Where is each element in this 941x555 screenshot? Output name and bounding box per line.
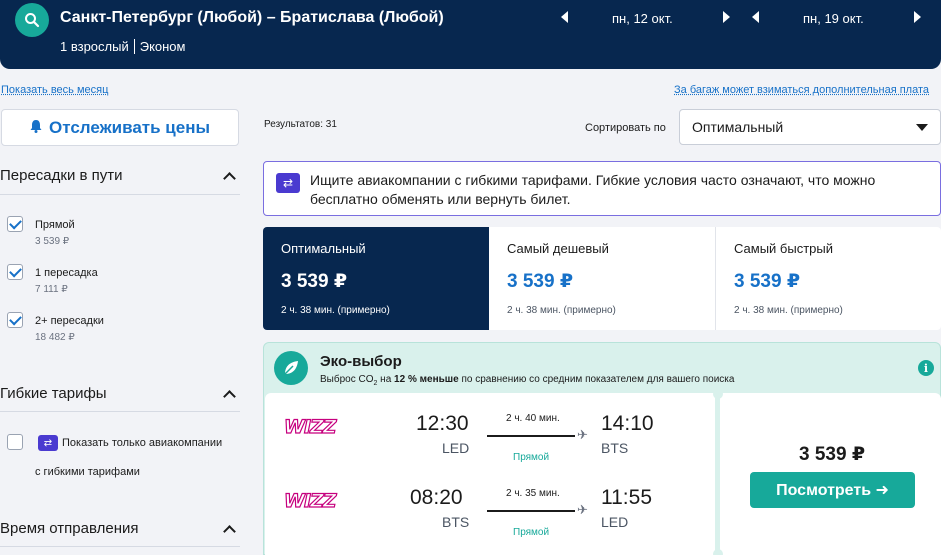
route-title[interactable]: Санкт-Петербург (Любой) – Братислава (Лю… bbox=[60, 9, 444, 27]
wizz-air-logo: WIZZ bbox=[284, 490, 336, 512]
sort-tabs: Оптимальный 3 539 ₽ 2 ч. 38 мин. (пример… bbox=[263, 227, 941, 330]
departure-time-title[interactable]: Время отправления bbox=[0, 520, 139, 537]
search-button[interactable] bbox=[15, 3, 49, 37]
plane-icon: ✈ bbox=[577, 427, 588, 443]
flexible-only-label-line2: с гибкими тарифами bbox=[35, 466, 140, 478]
flexible-fares-banner: ⇄ Ищите авиакомпании с гибкими тарифами.… bbox=[263, 161, 941, 216]
wizz-air-logo: WIZZ bbox=[284, 416, 336, 438]
tab-name: Самый дешевый bbox=[507, 241, 609, 256]
results-count: Результатов: 31 bbox=[264, 119, 337, 130]
bell-icon bbox=[30, 118, 42, 138]
stops-filter-title[interactable]: Пересадки в пути bbox=[0, 167, 123, 184]
leg2-route-line bbox=[487, 510, 575, 512]
eco-description: Выброс CO2 на 12 % меньше по сравнению с… bbox=[320, 374, 734, 387]
passengers-count: 1 взрослый bbox=[60, 39, 129, 54]
sort-selected-value: Оптимальный bbox=[692, 119, 783, 135]
flexible-ticket-icon: ⇄ bbox=[38, 435, 58, 451]
flexible-only-label-line1: Показать только авиакомпании bbox=[62, 437, 222, 449]
leg2-duration: 2 ч. 35 мин. bbox=[506, 488, 560, 499]
cabin-class: Эконом bbox=[140, 39, 186, 54]
chevron-up-icon[interactable] bbox=[223, 390, 236, 403]
stops-direct-checkbox[interactable] bbox=[7, 216, 23, 232]
tab-price: 3 539 ₽ bbox=[734, 270, 800, 293]
plane-icon: ✈ bbox=[577, 502, 588, 518]
flexible-fares-title[interactable]: Гибкие тарифы bbox=[0, 385, 107, 402]
divider bbox=[134, 39, 135, 54]
tab-duration: 2 ч. 38 мин. (примерно) bbox=[281, 305, 390, 316]
sort-label: Сортировать по bbox=[585, 122, 666, 134]
tab-cheapest[interactable]: Самый дешевый 3 539 ₽ 2 ч. 38 мин. (прим… bbox=[489, 227, 715, 330]
ticket-perforation bbox=[713, 389, 723, 399]
tab-fastest[interactable]: Самый быстрый 3 539 ₽ 2 ч. 38 мин. (прим… bbox=[716, 227, 941, 330]
next-date-out-arrow-icon[interactable] bbox=[723, 11, 730, 23]
stops-one-checkbox[interactable] bbox=[7, 264, 23, 280]
leg1-departure-time: 12:30 bbox=[416, 412, 469, 436]
view-flight-button[interactable]: Посмотреть ➜ bbox=[750, 472, 915, 508]
stops-two-plus-label: 2+ пересадки bbox=[35, 315, 104, 327]
caret-down-icon bbox=[916, 124, 928, 131]
stops-direct-price: 3 539 ₽ bbox=[35, 236, 69, 247]
leg1-arrival-code: BTS bbox=[601, 440, 628, 456]
tab-price: 3 539 ₽ bbox=[281, 270, 347, 293]
leg1-arrival-time: 14:10 bbox=[601, 412, 654, 436]
tab-duration: 2 ч. 38 мин. (примерно) bbox=[507, 305, 616, 316]
divider bbox=[0, 546, 240, 547]
leg1-route-line bbox=[487, 435, 575, 437]
flexible-only-checkbox[interactable] bbox=[7, 434, 23, 450]
banner-text: Ищите авиакомпании с гибкими тарифами. Г… bbox=[310, 171, 920, 209]
tab-optimal[interactable]: Оптимальный 3 539 ₽ 2 ч. 38 мин. (пример… bbox=[263, 227, 489, 330]
sort-select[interactable]: Оптимальный bbox=[679, 109, 941, 145]
leg2-departure-code: BTS bbox=[442, 514, 469, 530]
leg2-departure-time: 08:20 bbox=[410, 486, 463, 510]
prev-date-back-arrow-icon[interactable] bbox=[752, 11, 759, 23]
stops-two-plus-price: 18 482 ₽ bbox=[35, 332, 75, 343]
search-header: Санкт-Петербург (Любой) – Братислава (Лю… bbox=[0, 0, 941, 69]
tab-name: Оптимальный bbox=[281, 241, 366, 256]
next-date-back-arrow-icon[interactable] bbox=[914, 11, 921, 23]
chevron-up-icon[interactable] bbox=[223, 525, 236, 538]
stops-direct-label: Прямой bbox=[35, 219, 75, 231]
divider bbox=[0, 411, 240, 412]
leg1-stops: Прямой bbox=[513, 452, 549, 463]
stops-one-label: 1 пересадка bbox=[35, 267, 98, 279]
passenger-summary[interactable]: 1 взрослый Эконом bbox=[60, 39, 185, 54]
leg2-arrival-code: LED bbox=[601, 514, 628, 530]
leaf-icon bbox=[274, 351, 308, 385]
info-icon[interactable]: i bbox=[918, 360, 934, 376]
track-prices-label: Отслеживать цены bbox=[49, 118, 210, 138]
track-prices-button[interactable]: Отслеживать цены bbox=[1, 109, 239, 146]
date-outbound[interactable]: пн, 12 окт. bbox=[612, 11, 673, 26]
prev-date-out-arrow-icon[interactable] bbox=[561, 11, 568, 23]
date-return[interactable]: пн, 19 окт. bbox=[803, 11, 864, 26]
show-whole-month-link[interactable]: Показать весь месяц bbox=[1, 84, 108, 96]
tab-price: 3 539 ₽ bbox=[507, 270, 573, 293]
ticket-perforation bbox=[713, 549, 723, 555]
divider bbox=[0, 194, 240, 195]
baggage-fee-link[interactable]: За багаж может взиматься дополнительная … bbox=[674, 84, 929, 96]
ticket-price: 3 539 ₽ bbox=[799, 443, 865, 466]
tab-name: Самый быстрый bbox=[734, 241, 833, 256]
leg2-arrival-time: 11:55 bbox=[601, 486, 652, 510]
tab-duration: 2 ч. 38 мин. (примерно) bbox=[734, 305, 843, 316]
search-icon bbox=[24, 12, 40, 28]
leg2-stops: Прямой bbox=[513, 527, 549, 538]
flexible-ticket-icon: ⇄ bbox=[276, 173, 300, 193]
chevron-up-icon[interactable] bbox=[223, 172, 236, 185]
leg1-duration: 2 ч. 40 мин. bbox=[506, 413, 560, 424]
stops-one-price: 7 111 ₽ bbox=[35, 284, 68, 295]
eco-title: Эко-выбор bbox=[320, 353, 402, 370]
stops-two-plus-checkbox[interactable] bbox=[7, 312, 23, 328]
leg1-departure-code: LED bbox=[442, 440, 469, 456]
